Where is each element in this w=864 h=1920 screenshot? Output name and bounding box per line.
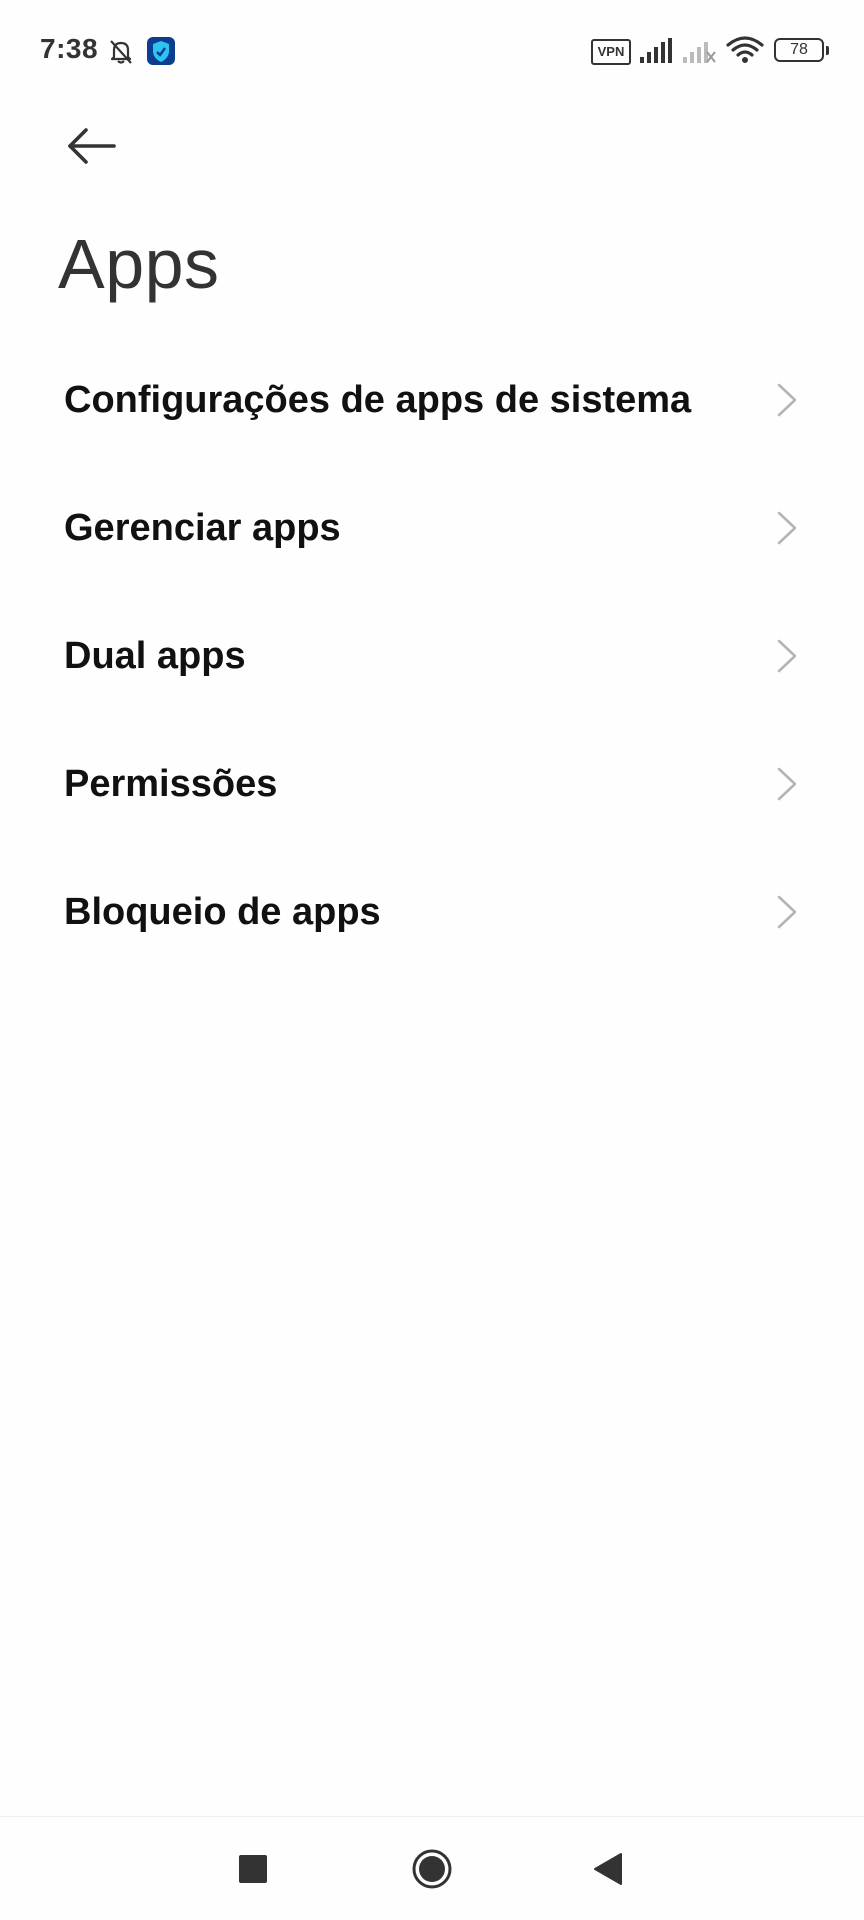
page-title: Apps bbox=[58, 225, 220, 303]
circle-home-icon bbox=[412, 1849, 452, 1889]
chevron-right-icon bbox=[777, 511, 797, 545]
settings-item-label: Bloqueio de apps bbox=[64, 890, 381, 933]
settings-item-permissions[interactable]: Permissões bbox=[0, 720, 864, 848]
settings-item-app-lock[interactable]: Bloqueio de apps bbox=[0, 848, 864, 976]
settings-item-label: Gerenciar apps bbox=[64, 506, 341, 549]
settings-screen: 7:38 VPN 78 Apps Configurações de apps d… bbox=[0, 0, 864, 1920]
settings-item-label: Dual apps bbox=[64, 634, 246, 677]
arrow-left-icon bbox=[68, 128, 116, 164]
chevron-right-icon bbox=[777, 383, 797, 417]
back-button[interactable] bbox=[56, 116, 128, 176]
settings-item-dual-apps[interactable]: Dual apps bbox=[0, 592, 864, 720]
chevron-right-icon bbox=[777, 895, 797, 929]
settings-list: Configurações de apps de sistema Gerenci… bbox=[0, 336, 864, 976]
bell-off-icon bbox=[106, 36, 136, 71]
battery-cap bbox=[826, 46, 829, 55]
settings-item-manage-apps[interactable]: Gerenciar apps bbox=[0, 464, 864, 592]
status-bar: 7:38 VPN 78 bbox=[0, 0, 864, 104]
home-button[interactable] bbox=[400, 1841, 464, 1897]
settings-item-label: Configurações de apps de sistema bbox=[64, 378, 692, 421]
status-time: 7:38 bbox=[40, 33, 99, 64]
settings-item-label: Permissões bbox=[64, 762, 278, 805]
chevron-right-icon bbox=[777, 639, 797, 673]
signal-no-service-icon bbox=[682, 38, 716, 69]
battery-icon: 78 bbox=[774, 38, 824, 62]
nav-back-button[interactable] bbox=[576, 1841, 640, 1897]
navigation-bar bbox=[0, 1816, 864, 1920]
settings-item-system-app-settings[interactable]: Configurações de apps de sistema bbox=[0, 336, 864, 464]
wifi-icon bbox=[726, 36, 764, 69]
square-recents-icon bbox=[239, 1855, 267, 1883]
shield-icon bbox=[146, 36, 176, 71]
triangle-back-icon bbox=[594, 1853, 622, 1885]
vpn-badge: VPN bbox=[591, 39, 631, 65]
signal-icon bbox=[639, 38, 673, 69]
battery-level: 78 bbox=[790, 41, 808, 58]
chevron-right-icon bbox=[777, 767, 797, 801]
recents-button[interactable] bbox=[221, 1841, 285, 1897]
